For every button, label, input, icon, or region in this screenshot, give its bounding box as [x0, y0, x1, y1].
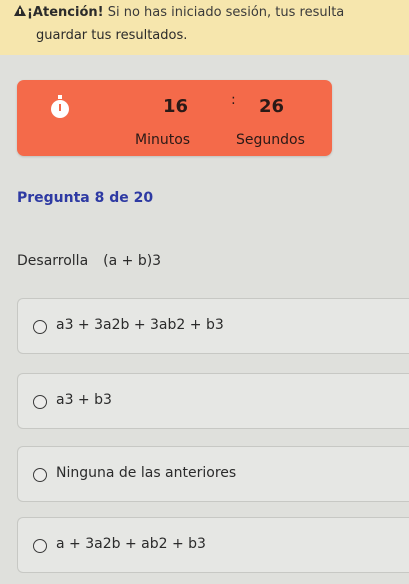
- answer-option-label: Ninguna de las anteriores: [56, 465, 237, 481]
- timer-seconds-label: Segundos: [236, 132, 305, 148]
- question-instruction: Desarrolla: [17, 253, 89, 269]
- warning-icon: [14, 5, 26, 16]
- radio-button[interactable]: [33, 539, 47, 553]
- question-expression: (a + b)3: [103, 253, 162, 269]
- answer-option-3[interactable]: Ninguna de las anteriores: [17, 446, 409, 502]
- stopwatch-icon: [51, 95, 69, 118]
- answer-option-label: a3 + b3: [56, 392, 112, 408]
- question-prompt: Desarrolla (a + b)3: [17, 253, 161, 269]
- timer-minutes-label: Minutos: [135, 132, 191, 148]
- timer-minutes: 16: [163, 96, 189, 117]
- answer-option-1[interactable]: a3 + 3a2b + 3ab2 + b3: [17, 298, 409, 354]
- warning-message: Si no has iniciado sesión, tus resulta: [107, 5, 345, 20]
- warning-title: ¡Atención!: [27, 5, 104, 20]
- timer-seconds: 26: [259, 96, 285, 117]
- question-counter: Pregunta 8 de 20: [17, 190, 154, 206]
- answer-option-label: a3 + 3a2b + 3ab2 + b3: [56, 317, 224, 333]
- radio-button[interactable]: [33, 320, 47, 334]
- radio-button[interactable]: [33, 468, 47, 482]
- timer-separator: :: [231, 92, 236, 108]
- countdown-timer: 16 : 26 Minutos Segundos: [17, 80, 332, 156]
- login-warning-banner: ¡Atención! Si no has iniciado sesión, tu…: [0, 0, 409, 55]
- radio-button[interactable]: [33, 395, 47, 409]
- answer-option-label: a + 3a2b + ab2 + b3: [56, 536, 206, 552]
- answer-option-4[interactable]: a + 3a2b + ab2 + b3: [17, 517, 409, 573]
- warning-message-line2: guardar tus resultados.: [36, 28, 188, 43]
- answer-option-2[interactable]: a3 + b3: [17, 373, 409, 429]
